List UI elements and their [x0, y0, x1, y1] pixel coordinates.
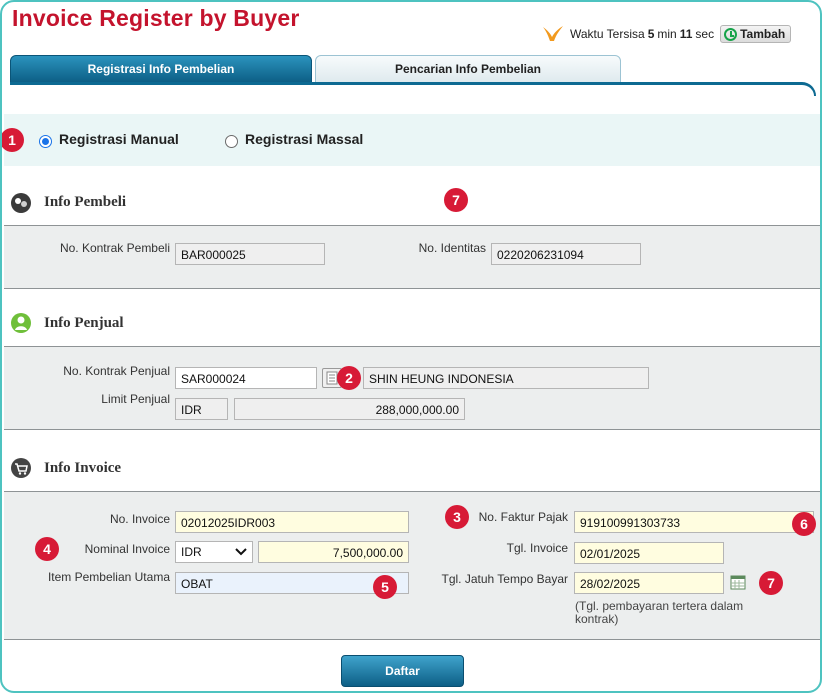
- radio-manual-label[interactable]: Registrasi Manual: [59, 131, 179, 147]
- invoice-date-input[interactable]: 02/01/2025: [574, 542, 724, 564]
- invoice-heading: Info Invoice: [44, 460, 122, 476]
- add-time-button[interactable]: Tambah: [720, 25, 792, 43]
- tax-no-label: No. Faktur Pajak: [478, 510, 568, 524]
- step-badge-1: 1: [2, 128, 24, 152]
- tab-underline: [10, 82, 816, 96]
- currency-select[interactable]: IDR: [175, 541, 253, 563]
- buyer-contract-label: No. Kontrak Pembeli: [59, 241, 170, 255]
- buyer-icon: [11, 193, 31, 213]
- submit-button[interactable]: Daftar: [341, 655, 464, 687]
- due-date-input[interactable]: 28/02/2025: [574, 572, 724, 594]
- seller-icon: [11, 313, 31, 333]
- seller-limit-label: Limit Penjual: [101, 392, 170, 406]
- timer-min-label: min: [657, 27, 677, 41]
- step-badge-4: 4: [35, 537, 59, 561]
- invoice-no-label: No. Invoice: [109, 512, 170, 526]
- item-label: Item Pembelian Utama: [47, 570, 170, 584]
- seller-limit-currency: IDR: [175, 398, 228, 420]
- due-date-label: Tgl. Jatuh Tempo Bayar: [441, 572, 568, 586]
- session-timer: Waktu Tersisa 5 min 11 sec Tambah: [542, 22, 792, 46]
- radio-mass[interactable]: [225, 135, 238, 148]
- app-frame: Invoice Register by Buyer Waktu Tersisa …: [0, 0, 822, 693]
- tab-search[interactable]: Pencarian Info Pembelian: [315, 55, 621, 83]
- seller-contract-input[interactable]: SAR000024: [175, 367, 317, 389]
- radio-mass-label[interactable]: Registrasi Massal: [245, 131, 363, 147]
- step-badge-5: 5: [373, 575, 397, 599]
- buyer-contract-field: BAR000025: [175, 243, 325, 265]
- timer-seconds: 11: [679, 27, 693, 41]
- seller-contract-label: No. Kontrak Penjual: [63, 364, 170, 378]
- invoice-date-label: Tgl. Invoice: [506, 541, 568, 555]
- radio-manual[interactable]: [39, 135, 52, 148]
- seller-heading: Info Penjual: [44, 315, 124, 331]
- page-title: Invoice Register by Buyer: [12, 5, 300, 31]
- invoice-no-input[interactable]: 02012025IDR003: [175, 511, 409, 533]
- chevron-down-icon: [235, 548, 247, 556]
- buyer-id-field: 0220206231094: [491, 243, 641, 265]
- buyer-heading: Info Pembeli: [44, 194, 127, 210]
- seller-name-field: SHIN HEUNG INDONESIA: [363, 367, 649, 389]
- step-badge-6: 6: [792, 512, 816, 536]
- buyer-id-label: No. Identitas: [418, 241, 486, 255]
- seller-limit-field: 288,000,000.00: [234, 398, 465, 420]
- timer-prefix: Waktu Tersisa: [570, 27, 645, 41]
- calendar-icon[interactable]: [730, 574, 746, 590]
- step-badge-7-top: 7: [444, 188, 468, 212]
- clock-icon: [724, 27, 738, 41]
- currency-select-value: IDR: [181, 545, 202, 559]
- tab-registration[interactable]: Registrasi Info Pembelian: [10, 55, 312, 83]
- due-date-note: (Tgl. pembayaran tertera dalam kontrak): [575, 599, 744, 626]
- buyer-panel: [4, 225, 820, 289]
- timer-sec-label: sec: [695, 27, 715, 41]
- add-time-label: Tambah: [740, 27, 786, 41]
- timer-minutes: 5: [647, 27, 655, 41]
- step-badge-2: 2: [337, 366, 361, 390]
- tax-no-input[interactable]: 919100991303733: [574, 511, 814, 533]
- bird-logo-icon: [543, 26, 563, 41]
- step-badge-7: 7: [759, 571, 783, 595]
- cart-icon: [11, 458, 31, 478]
- invoice-nominal-input[interactable]: 7,500,000.00: [258, 541, 409, 563]
